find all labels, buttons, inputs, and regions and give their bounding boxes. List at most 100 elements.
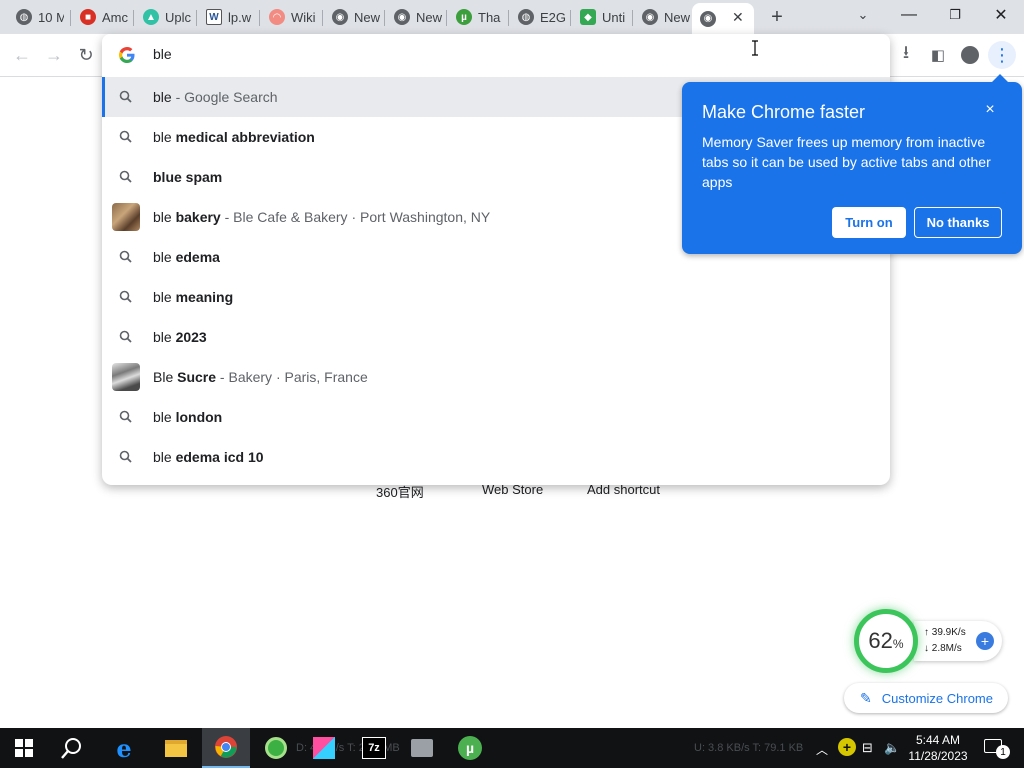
reload-icon[interactable]: ↻ <box>72 41 100 69</box>
volume-muted-icon[interactable]: 🔈 <box>884 740 900 756</box>
suggestion-completion: bakery <box>175 209 221 225</box>
tab-separator <box>70 10 71 26</box>
text-cursor-icon <box>752 40 758 56</box>
suggestion-description: - Bakery · Paris, France <box>216 369 368 385</box>
taskbar-chrome[interactable] <box>202 728 250 768</box>
suggestion-item[interactable]: ble london <box>102 397 890 437</box>
suggestion-item[interactable]: ble edema icd 10 <box>102 437 890 477</box>
taskbar-360-browser[interactable] <box>252 728 300 768</box>
bakery-thumbnail <box>112 203 140 231</box>
tray-plus-icon[interactable]: + <box>838 738 856 756</box>
tab-separator <box>259 10 260 26</box>
search-button[interactable] <box>48 728 96 768</box>
back-icon[interactable]: ← <box>8 41 36 69</box>
utorrent-icon: µ <box>458 736 482 760</box>
tab-title: 10 M <box>38 9 64 25</box>
start-button[interactable] <box>0 728 48 768</box>
download-icon[interactable]: ⭳ <box>892 41 920 69</box>
close-icon[interactable]: × <box>980 100 1000 120</box>
tab[interactable]: ◍ E2G <box>510 5 566 29</box>
puzzle-app-icon <box>313 737 335 759</box>
search-icon <box>119 410 132 423</box>
suggestion-item[interactable]: ble 2023 <box>102 317 890 357</box>
tab-title: Tha <box>478 9 501 25</box>
tab-separator <box>446 10 447 26</box>
tab-active[interactable]: ◉ ✕ <box>692 3 754 34</box>
bakery-thumbnail <box>112 363 140 391</box>
search-icon <box>119 450 132 463</box>
word-icon: W <box>206 9 222 25</box>
taskbar-app[interactable] <box>300 728 348 768</box>
tab[interactable]: µ Tha <box>448 5 504 29</box>
tab[interactable]: ◉ New <box>634 5 690 29</box>
tab-separator <box>322 10 323 26</box>
new-tab-icon[interactable]: + <box>766 6 788 28</box>
taskbar-7zip[interactable]: 7z <box>350 728 398 768</box>
ghost-upload-stats: U: 3.8 KB/s T: 79.1 KB <box>694 742 804 754</box>
memory-usage-ring[interactable]: 62% <box>854 609 918 673</box>
tab-search-icon[interactable]: ⌄ <box>840 0 886 30</box>
side-panel-icon[interactable]: ◧ <box>924 41 952 69</box>
tab-title: Amc <box>102 9 128 25</box>
tab-title: New <box>416 9 442 25</box>
folder-icon <box>165 739 187 757</box>
tab-title: lp.w <box>228 9 252 25</box>
tab[interactable]: ◆ Unti <box>572 5 628 29</box>
gauge-icon: ◠ <box>269 9 285 25</box>
tab[interactable]: ▲ Uplc <box>135 5 191 29</box>
turn-on-button[interactable]: Turn on <box>832 207 906 238</box>
tab[interactable]: W lp.w <box>198 5 254 29</box>
suggestion-item[interactable]: ble meaning <box>102 277 890 317</box>
chrome-icon: ◉ <box>394 9 410 25</box>
tab[interactable]: ◠ Wiki <box>261 5 317 29</box>
search-icon <box>61 738 81 759</box>
suggestion-completion: meaning <box>175 289 234 305</box>
suggestion-completion: medical abbreviation <box>175 129 315 145</box>
minimize-icon[interactable]: — <box>886 0 932 30</box>
address-bar[interactable]: ble <box>102 34 890 76</box>
memory-percent: 62% <box>868 628 903 654</box>
menu-kebab-icon[interactable]: ⋮ <box>988 41 1016 69</box>
tab[interactable]: ◉ New <box>324 5 380 29</box>
chevron-up-icon[interactable]: ︿ <box>816 741 828 758</box>
download-speed: ↓ 2.8M/s <box>924 643 962 654</box>
plus-icon[interactable]: + <box>976 632 994 650</box>
tab-separator <box>384 10 385 26</box>
clock[interactable]: 5:44 AM 11/28/2023 <box>902 732 974 764</box>
selection-indicator <box>102 77 105 117</box>
close-tab-icon[interactable]: ✕ <box>732 9 744 26</box>
taskbar-app-gray[interactable] <box>398 728 446 768</box>
taskbar-file-explorer[interactable] <box>152 728 200 768</box>
tab-title: E2G <box>540 9 566 25</box>
chrome-icon: ◉ <box>332 9 348 25</box>
globe-icon: ◍ <box>16 9 32 25</box>
upload-icon: ▲ <box>143 9 159 25</box>
globe-icon: ◍ <box>518 9 534 25</box>
customize-label: Customize Chrome <box>881 690 993 706</box>
download-speed-value: 2.8M/s <box>931 643 962 654</box>
tab-title: New <box>354 9 380 25</box>
taskbar-utorrent[interactable]: µ <box>446 728 494 768</box>
internet-explorer-icon: e <box>116 733 132 763</box>
google-icon <box>119 47 135 63</box>
notification-count: 1 <box>996 745 1010 759</box>
tab[interactable]: ◉ New <box>386 5 442 29</box>
tab[interactable]: ◍ 10 M <box>8 5 64 29</box>
restore-icon[interactable]: ❐ <box>932 0 978 30</box>
customize-chrome-button[interactable]: ✎ Customize Chrome <box>844 683 1008 713</box>
network-speed-panel[interactable]: ↑ 39.9K/s ↓ 2.8M/s + <box>914 621 1002 661</box>
notification-icon[interactable]: 1 <box>984 737 1012 759</box>
tab[interactable]: ■ Amc <box>72 5 128 29</box>
memory-percent-value: 62 <box>868 628 893 653</box>
tab-separator <box>133 10 134 26</box>
address-input-text[interactable]: ble <box>153 46 172 62</box>
no-thanks-button[interactable]: No thanks <box>914 207 1002 238</box>
taskbar-ie[interactable]: e <box>100 728 148 768</box>
network-icon[interactable]: ⊟ <box>862 740 873 756</box>
forward-icon[interactable]: → <box>40 41 68 69</box>
profile-icon[interactable] <box>956 41 984 69</box>
close-window-icon[interactable]: ✕ <box>978 0 1024 30</box>
search-icon <box>119 90 132 103</box>
suggestion-item[interactable]: Ble Sucre - Bakery · Paris, France <box>102 357 890 397</box>
utorrent-icon: µ <box>456 9 472 25</box>
